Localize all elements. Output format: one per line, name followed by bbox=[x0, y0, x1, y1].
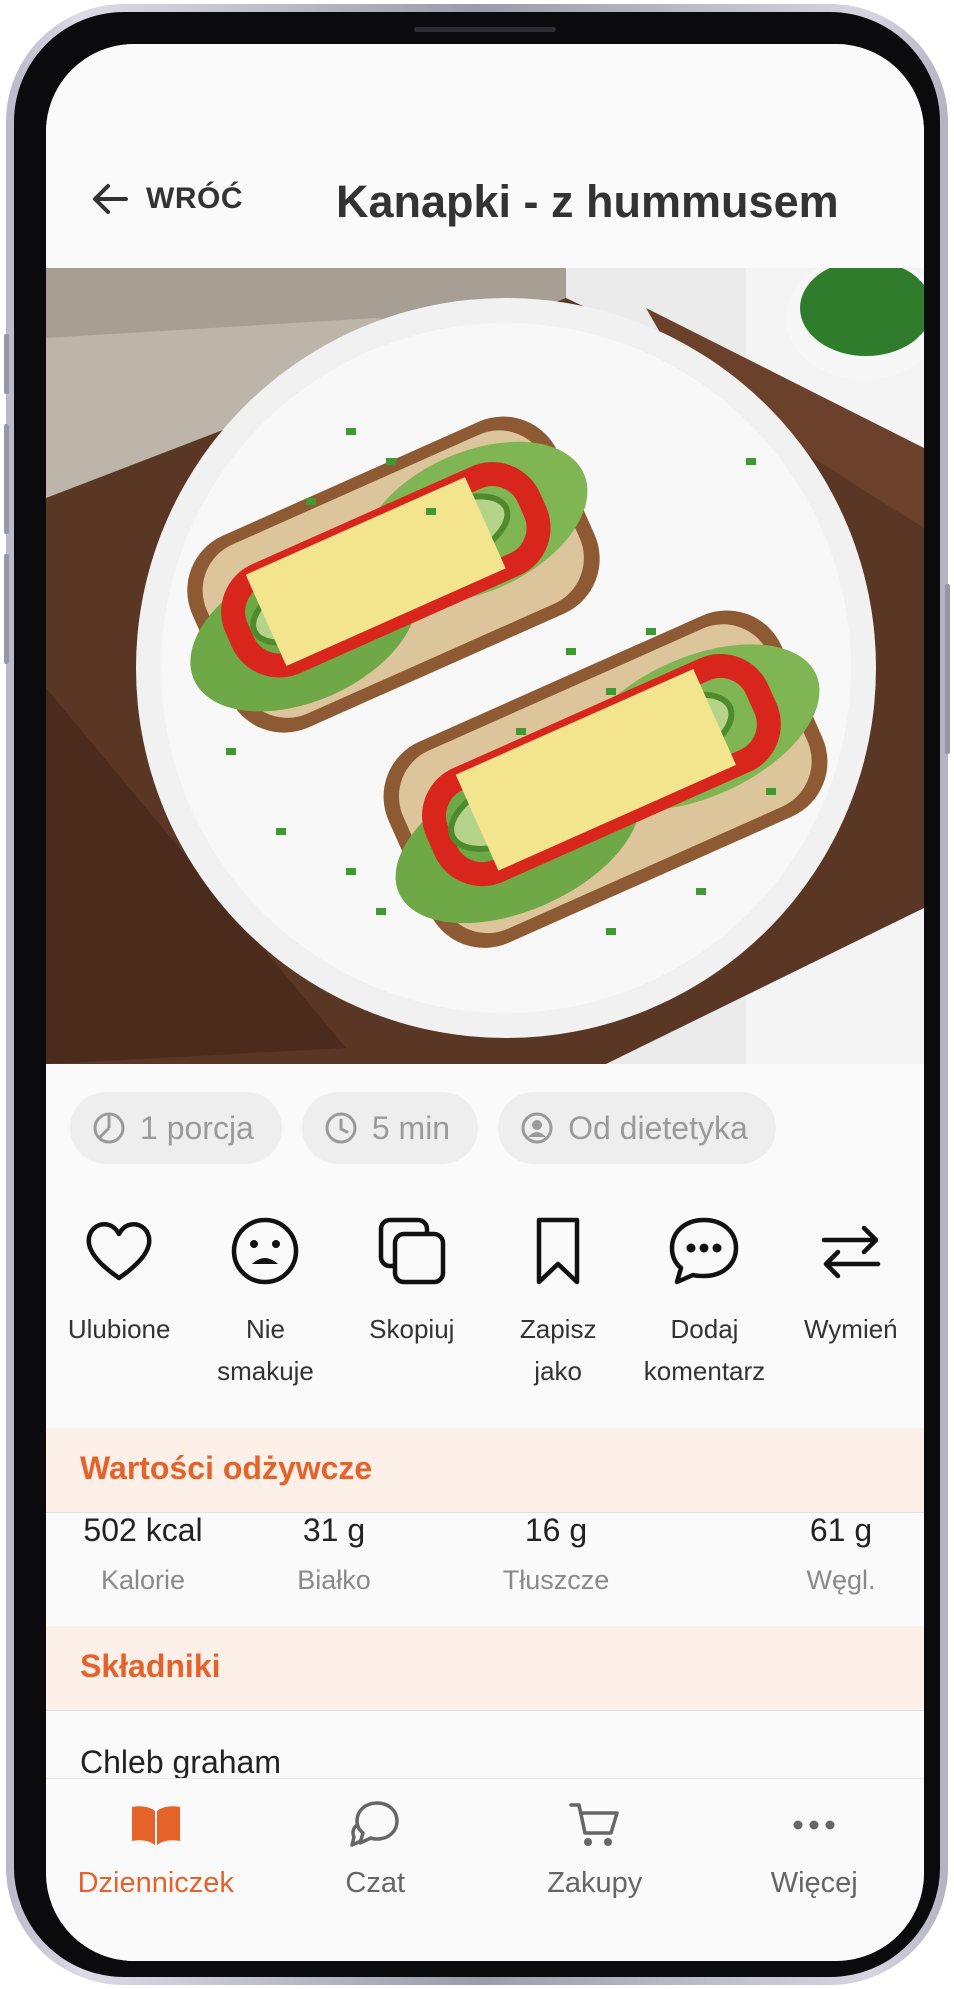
phone-side-button bbox=[4, 334, 9, 394]
chip-label: 5 min bbox=[371, 1109, 451, 1146]
nutrition-item: 16 g Tłuszcze bbox=[466, 1512, 646, 1596]
nav-more[interactable]: Więcej bbox=[705, 1779, 925, 1961]
dislike-button[interactable]: Nie smakuje bbox=[192, 1212, 338, 1392]
back-label: WRÓĆ bbox=[146, 182, 243, 215]
nutrition-value: 61 g bbox=[809, 1512, 873, 1548]
ingredient-item[interactable]: Chleb graham bbox=[80, 1744, 281, 1781]
recipe-actions: Ulubione Nie smakuje Skopiuj Zapisz jako… bbox=[46, 1212, 924, 1392]
nutrition-label: Kalorie bbox=[100, 1565, 186, 1595]
ingredients-section-header: Składniki bbox=[46, 1626, 924, 1711]
phone-bezel: WRÓĆ Kanapki - z hummusem 1 porcja 5 min… bbox=[14, 12, 940, 1977]
nutrition-values: 502 kcal Kalorie 31 g Białko 16 g Tłuszc… bbox=[46, 1512, 924, 1642]
nutrition-item: 61 g Węgl. bbox=[781, 1512, 901, 1596]
bottom-navigation: Dzienniczek Czat Zakupy Więcej bbox=[46, 1778, 924, 1961]
action-label: Dodaj komentarz bbox=[643, 1314, 766, 1386]
page-title: Kanapki - z hummusem bbox=[336, 176, 839, 227]
action-label: Zapisz jako bbox=[519, 1314, 597, 1386]
phone-frame: WRÓĆ Kanapki - z hummusem 1 porcja 5 min… bbox=[4, 4, 950, 1985]
nav-label: Więcej bbox=[770, 1867, 858, 1899]
chat-icon bbox=[350, 1801, 399, 1847]
ingredients-heading: Składniki bbox=[80, 1648, 221, 1684]
book-icon bbox=[131, 1806, 180, 1845]
chip-time: 5 min bbox=[301, 1092, 479, 1164]
nav-chat[interactable]: Czat bbox=[266, 1779, 486, 1961]
action-label: Skopiuj bbox=[369, 1314, 455, 1344]
nutrition-label: Tłuszcze bbox=[502, 1565, 610, 1595]
nutrition-value: 502 kcal bbox=[83, 1512, 203, 1548]
copy-icon bbox=[378, 1217, 446, 1285]
app-screen: WRÓĆ Kanapki - z hummusem 1 porcja 5 min… bbox=[46, 44, 924, 1961]
save-as-button[interactable]: Zapisz jako bbox=[485, 1212, 631, 1392]
nutrition-label: Węgl. bbox=[806, 1565, 876, 1595]
sad-face-icon bbox=[232, 1217, 299, 1285]
chip-label: Od dietetyka bbox=[568, 1109, 748, 1146]
nav-diary[interactable]: Dzienniczek bbox=[46, 1779, 266, 1961]
nutrition-value: 31 g bbox=[302, 1512, 366, 1548]
nutrition-heading: Wartości odżywcze bbox=[80, 1450, 373, 1486]
person-icon bbox=[521, 1112, 553, 1144]
swap-icon bbox=[821, 1225, 881, 1279]
copy-button[interactable]: Skopiuj bbox=[339, 1212, 485, 1392]
nav-shopping[interactable]: Zakupy bbox=[485, 1779, 705, 1961]
phone-side-button bbox=[945, 584, 950, 754]
nutrition-item: 31 g Białko bbox=[259, 1512, 409, 1596]
clock-icon bbox=[325, 1112, 357, 1144]
comment-icon bbox=[670, 1217, 739, 1285]
add-comment-button[interactable]: Dodaj komentarz bbox=[631, 1212, 777, 1392]
nutrition-label: Białko bbox=[297, 1565, 371, 1595]
bookmark-icon bbox=[536, 1217, 580, 1285]
phone-speaker bbox=[414, 27, 556, 32]
nav-label: Dzienniczek bbox=[77, 1867, 234, 1899]
phone-side-button bbox=[4, 554, 9, 664]
chip-portions: 1 porcja bbox=[70, 1092, 282, 1164]
heart-icon bbox=[86, 1222, 152, 1281]
action-label: Wymień bbox=[803, 1314, 898, 1344]
nutrition-item: 502 kcal Kalorie bbox=[68, 1512, 218, 1596]
cart-icon bbox=[569, 1803, 619, 1846]
arrow-left-icon bbox=[93, 184, 128, 214]
more-icon bbox=[793, 1820, 835, 1830]
phone-side-button bbox=[4, 424, 9, 534]
back-button[interactable]: WRÓĆ bbox=[88, 174, 243, 224]
favorite-button[interactable]: Ulubione bbox=[46, 1212, 192, 1392]
nutrition-section-header: Wartości odżywcze bbox=[46, 1428, 924, 1513]
chip-author: Od dietetyka bbox=[498, 1092, 776, 1164]
pie-icon bbox=[93, 1112, 125, 1144]
nav-label: Zakupy bbox=[547, 1867, 643, 1899]
chip-label: 1 porcja bbox=[140, 1109, 254, 1146]
top-bar: WRÓĆ Kanapki - z hummusem bbox=[46, 44, 924, 268]
swap-button[interactable]: Wymień bbox=[778, 1212, 924, 1392]
nav-label: Czat bbox=[345, 1867, 406, 1899]
action-label: Ulubione bbox=[67, 1314, 171, 1344]
nutrition-value: 16 g bbox=[524, 1512, 588, 1548]
action-label: Nie smakuje bbox=[217, 1314, 314, 1386]
recipe-meta-chips: 1 porcja 5 min Od dietetyka bbox=[70, 1092, 776, 1164]
recipe-photo bbox=[46, 268, 924, 1064]
